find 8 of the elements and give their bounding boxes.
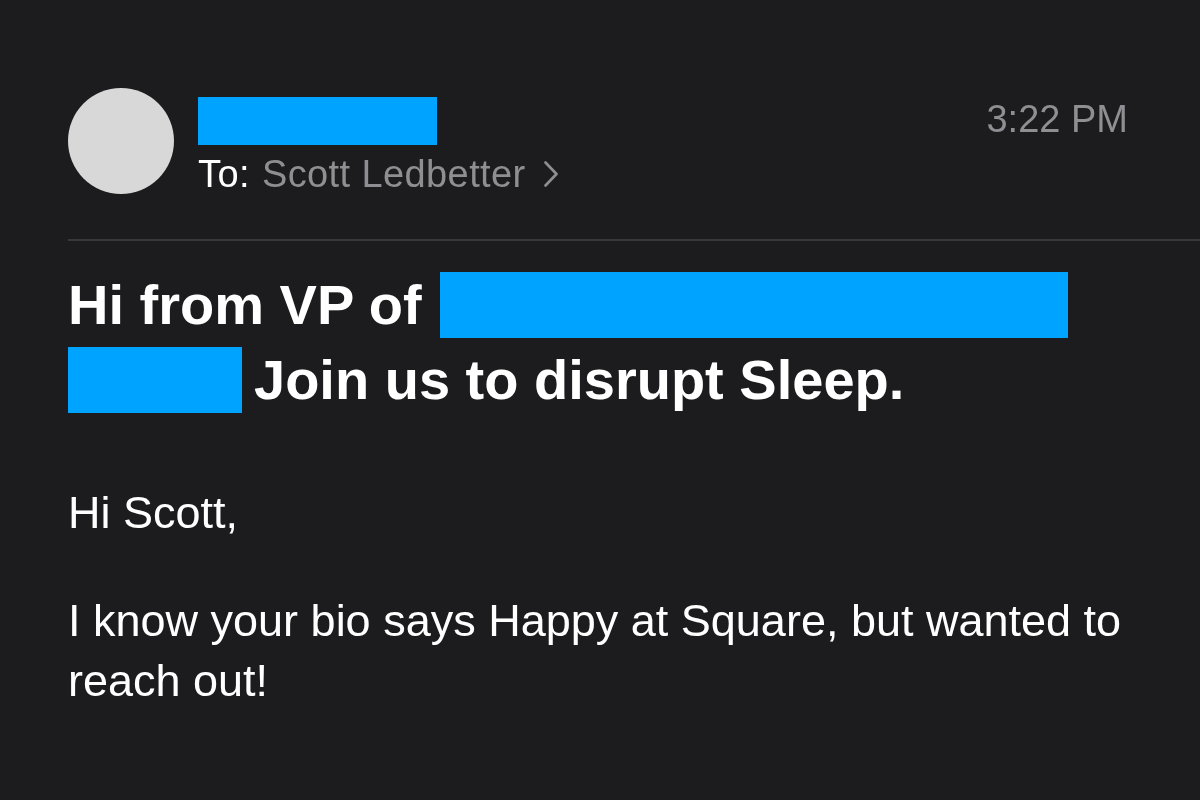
recipient-label: To: [198, 152, 250, 197]
subject-text: Join us to disrupt Sleep. [254, 347, 905, 413]
chevron-right-icon[interactable] [543, 161, 558, 187]
body-paragraph: I know your bio says Happy at Square, but wanted to reach out! [68, 594, 1123, 708]
recipient-name[interactable]: Scott Ledbetter [261, 151, 526, 197]
subject-text: Hi from VP of [68, 272, 422, 338]
time-label: 3:22 PM [986, 97, 1128, 142]
body-paragraph: Hi Scott, [68, 486, 240, 540]
